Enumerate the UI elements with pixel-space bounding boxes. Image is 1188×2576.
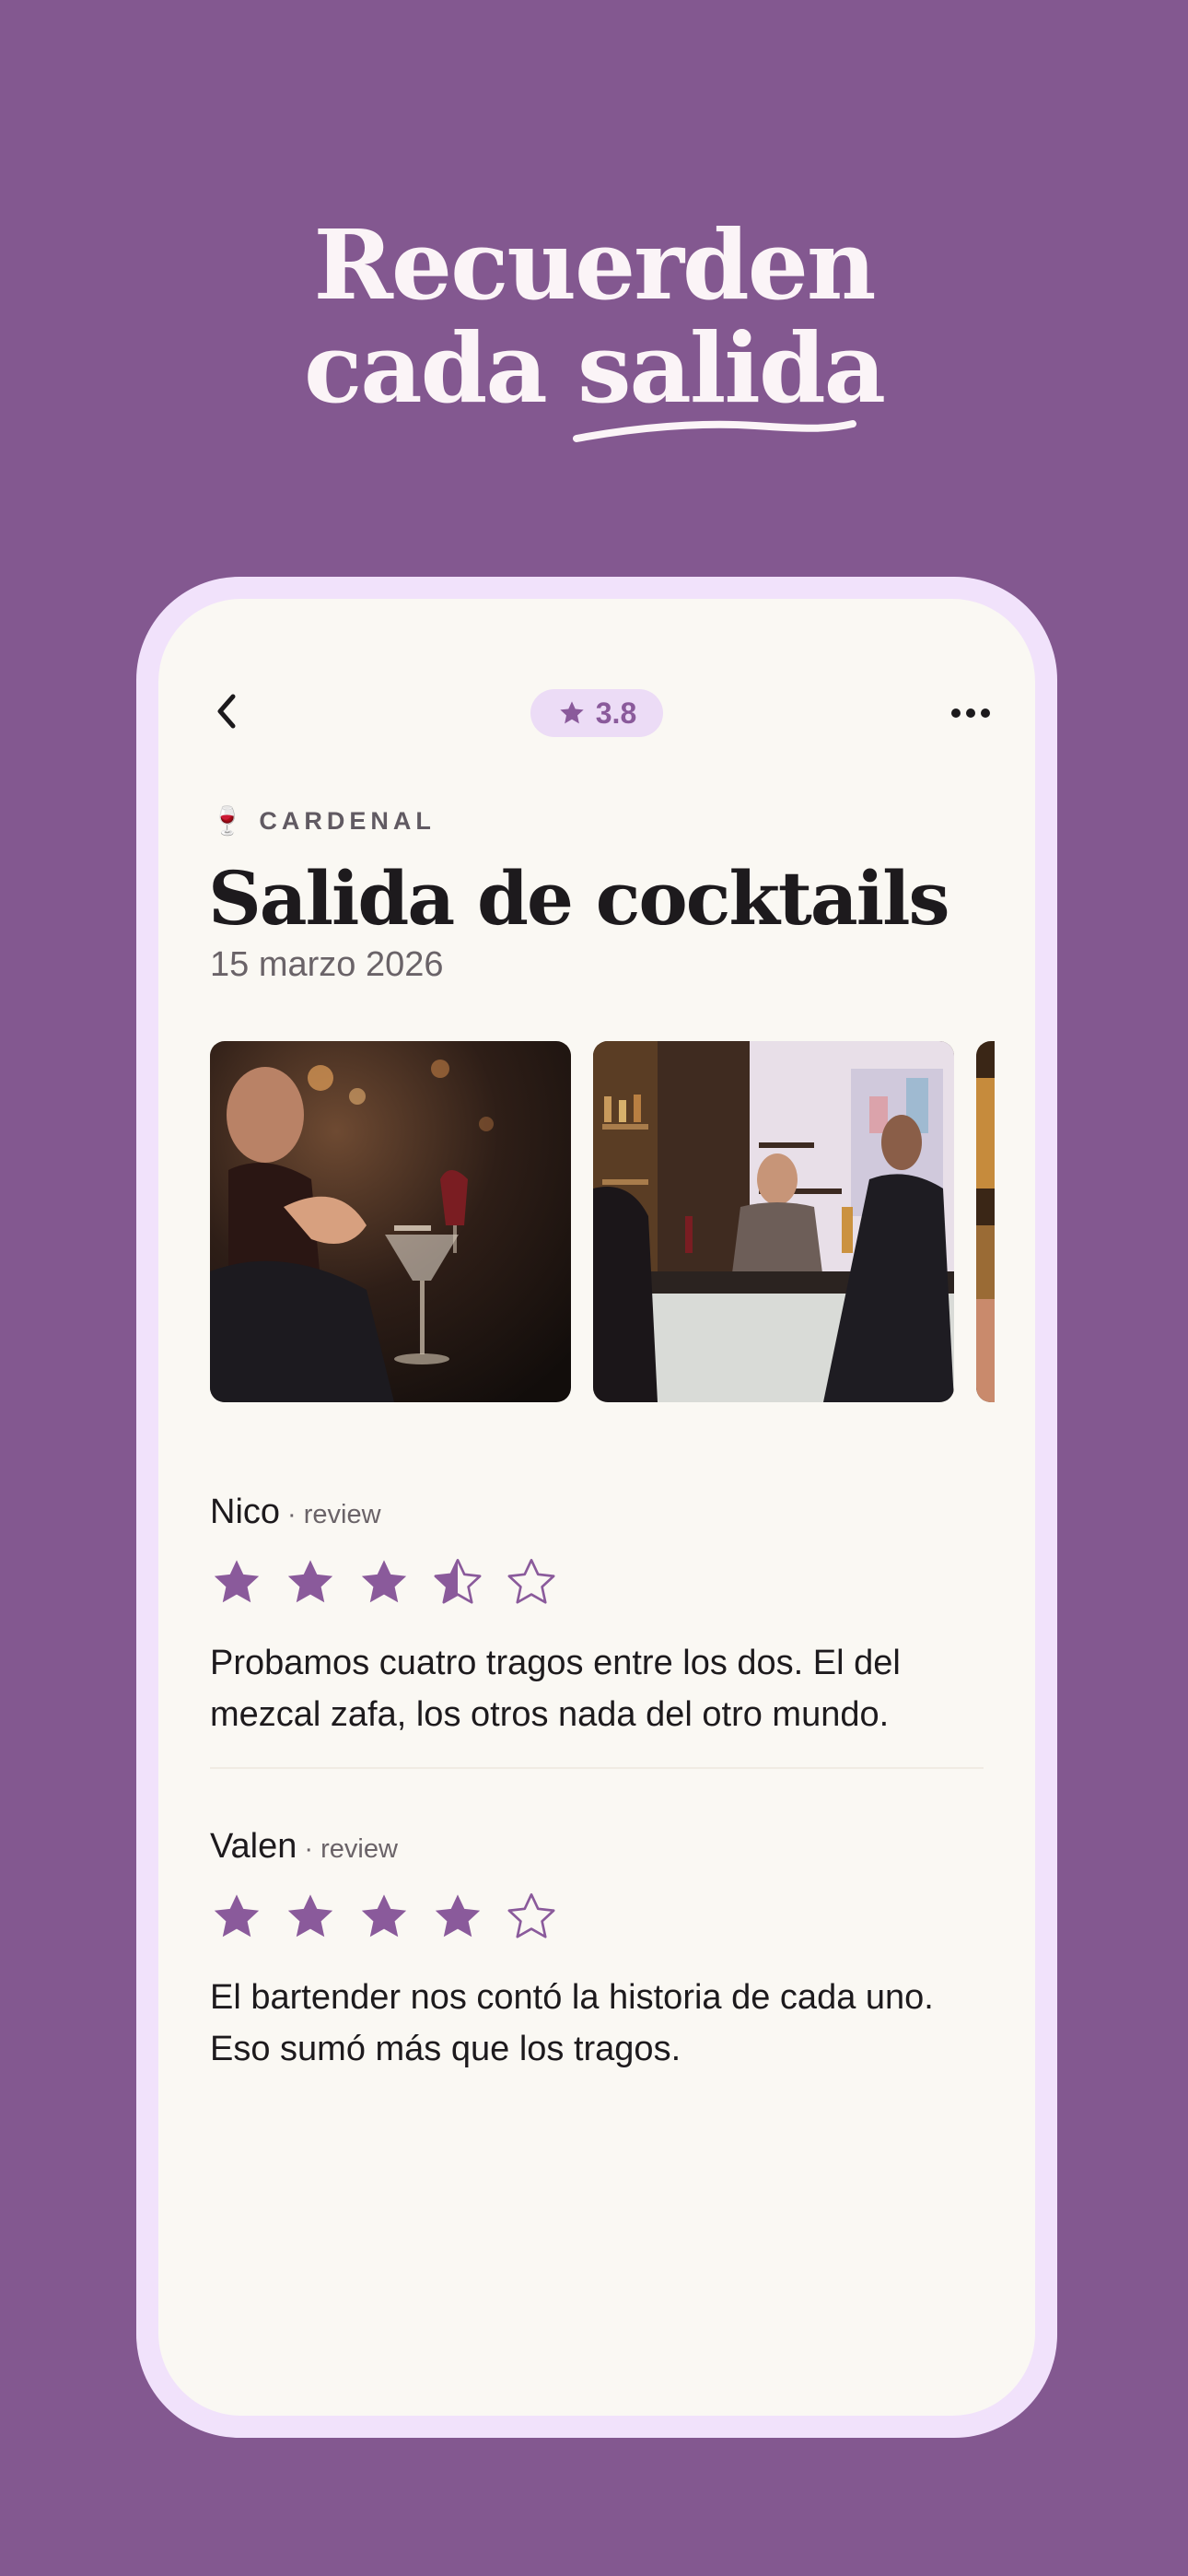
reviewer-name: Nico: [210, 1493, 281, 1531]
star-half-icon: [434, 1559, 482, 1604]
review-text: El bartender nos contó la historia de ca…: [210, 1978, 934, 2068]
review-header: Nico · review: [210, 1493, 1002, 1532]
review-tag: · review: [304, 1834, 398, 1864]
photo-1[interactable]: [210, 1041, 571, 1402]
review-text: Probamos cuatro tragos entre los dos. El…: [210, 1644, 901, 1734]
back-button[interactable]: [199, 684, 254, 739]
photo-carousel[interactable]: [210, 1041, 995, 1402]
more-dot-icon: [981, 708, 990, 718]
star-icon: [560, 701, 584, 724]
chevron-left-icon: [217, 694, 236, 729]
star-empty-icon: [507, 1893, 555, 1938]
venue-row: 🍷 CARDENAL: [210, 805, 436, 837]
app-screen: 3.8 🍷 CARDENAL Salida de cocktails 15 ma…: [158, 599, 1035, 2416]
review-tag: · review: [287, 1500, 381, 1529]
star-filled-icon: [287, 1560, 333, 1603]
star-empty-icon: [507, 1559, 555, 1604]
more-dot-icon: [951, 708, 961, 718]
underline-squiggle: [573, 420, 856, 442]
photo-3[interactable]: [976, 1041, 995, 1402]
outing-title: Salida de cocktails: [208, 855, 950, 942]
more-options-button[interactable]: [943, 687, 998, 739]
review-card-valen: Valen · review El bartender nos contó la…: [210, 1827, 1002, 2075]
review-divider: [210, 1767, 984, 1769]
outing-date: 15 marzo 2026: [210, 945, 444, 984]
headline-prefix: cada: [303, 311, 548, 425]
venue-name: CARDENAL: [259, 807, 436, 835]
photo-2[interactable]: [593, 1041, 954, 1402]
phone-frame: 3.8 🍷 CARDENAL Salida de cocktails 15 ma…: [136, 577, 1057, 2438]
headline-line-1: Recuerden: [313, 208, 877, 322]
star-rating: [210, 1556, 1002, 1610]
headline-line-2: cada salida: [304, 311, 886, 425]
star-rating: [210, 1891, 1002, 1944]
star-filled-icon: [361, 1894, 407, 1938]
review-header: Valen · review: [210, 1827, 1002, 1867]
rating-badge: 3.8: [530, 689, 663, 737]
headline: Recuerden cada salida: [0, 214, 1188, 420]
star-filled-icon: [287, 1894, 333, 1938]
star-filled-icon: [214, 1894, 260, 1938]
headline-highlight: salida: [577, 311, 886, 425]
review-card-nico: Nico · review Probamos cuatro tragos ent…: [210, 1493, 1002, 1740]
wine-glass-icon: 🍷: [210, 806, 245, 837]
star-filled-icon: [214, 1560, 260, 1603]
photo-couple-at-bar: [210, 1041, 571, 1402]
more-dot-icon: [966, 708, 975, 718]
star-filled-icon: [361, 1560, 407, 1603]
photo-bartender: [593, 1041, 954, 1402]
reviewer-name: Valen: [210, 1827, 297, 1866]
photo-bar-interior: [976, 1041, 995, 1402]
rating-value: 3.8: [595, 696, 637, 730]
star-filled-icon: [435, 1894, 481, 1938]
